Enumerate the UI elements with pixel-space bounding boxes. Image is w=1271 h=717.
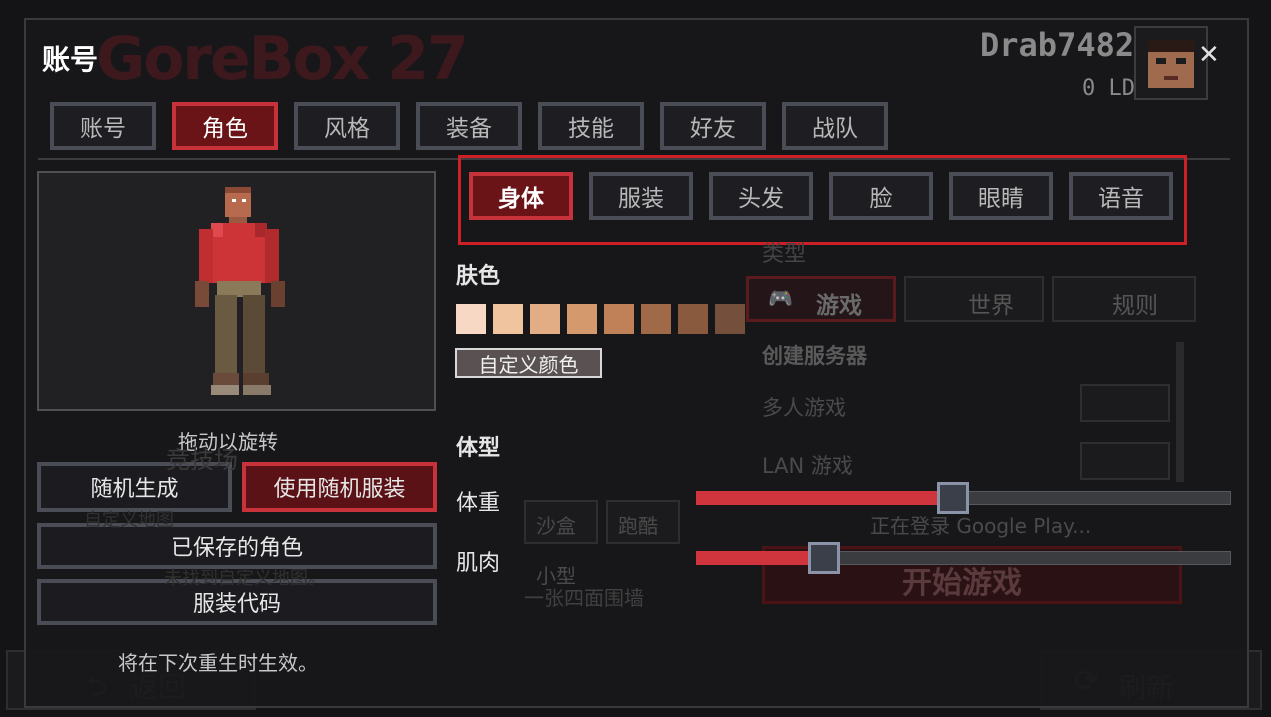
bg-sandbox-label: 沙盒 [536,514,576,538]
username: Drab7482 [980,26,1135,64]
respawn-notice: 将在下次重生时生效。 [118,651,318,675]
tab-style[interactable]: 风格 [294,102,400,150]
character-preview[interactable] [37,171,436,411]
subtab-label: 服装 [618,186,664,212]
skin-swatch-5[interactable] [604,304,634,334]
button-label: 随机生成 [90,477,179,502]
bg-no-custom-map-label: 未找到自定义地图。 [164,568,326,589]
skin-swatch-4[interactable] [567,304,597,334]
bg-game-label: 游戏 [816,293,862,319]
bg-create-server: 创建服务器 [762,344,867,368]
bg-parkour-label: 跑酷 [618,514,658,538]
tab-label: 技能 [568,116,614,142]
bg-rules-label: 规则 [1112,293,1158,319]
game-logo: GoreBox 27 [96,24,469,94]
custom-color-button[interactable]: 自定义颜色 [455,348,602,378]
tab-character[interactable]: 角色 [172,102,278,150]
tab-label: 好友 [690,116,736,142]
use-random-outfit-button[interactable]: 使用随机服装 [242,462,437,512]
tab-label: 战队 [812,116,858,142]
currency: 0 LD [1082,76,1135,101]
skin-swatch-6[interactable] [641,304,671,334]
avatar-face-icon [1148,40,1194,88]
subtab-label: 身体 [498,186,544,212]
button-label: 使用随机服装 [273,477,406,502]
tab-equipment[interactable]: 装备 [416,102,522,150]
skin-swatch-8[interactable] [715,304,745,334]
button-label: 已保存的角色 [170,536,303,561]
subtab-label: 头发 [738,186,784,212]
close-icon[interactable]: ✕ [1198,40,1220,70]
character-model-icon [195,187,285,395]
bg-walls-label: 一张四面围墙 [524,586,644,610]
tab-label: 账号 [80,116,126,142]
button-label: 服装代码 [192,592,281,617]
muscle-label: 肌肉 [456,551,501,576]
subtab-body[interactable]: 身体 [469,172,573,220]
bg-world-label: 世界 [968,293,1014,319]
subtab-face[interactable]: 脸 [829,172,933,220]
weight-label: 体重 [456,491,501,516]
custom-color-label: 自定义颜色 [478,352,579,377]
skin-swatch-7[interactable] [678,304,708,334]
tab-clan[interactable]: 战队 [782,102,888,150]
weight-slider-fill [696,491,953,505]
subtab-label: 语音 [1098,186,1144,212]
bg-lan-toggle [1080,442,1170,480]
muscle-slider-handle[interactable] [808,542,840,574]
tab-skills[interactable]: 技能 [538,102,644,150]
bg-custom-map-label: 自定义地图 [84,510,174,531]
subtab-voice[interactable]: 语音 [1069,172,1173,220]
muscle-slider-fill [696,551,824,565]
bg-scrollbar [1176,342,1184,482]
skin-swatch-2[interactable] [493,304,523,334]
weight-slider-handle[interactable] [937,482,969,514]
tab-label: 装备 [446,116,492,142]
bg-game-icon: 🎮 [768,286,793,310]
subtab-eyes[interactable]: 眼睛 [949,172,1053,220]
subtab-label: 眼睛 [978,186,1024,212]
bg-multiplayer: 多人游戏 [762,396,846,420]
bg-google-play: 正在登录 Google Play... [870,514,1092,538]
bg-arena-label: 竞技场 [166,446,238,474]
subtab-hair[interactable]: 头发 [709,172,813,220]
tab-friends[interactable]: 好友 [660,102,766,150]
avatar[interactable] [1134,26,1208,100]
subtab-clothing[interactable]: 服装 [589,172,693,220]
tab-label: 风格 [324,116,370,142]
bg-type-label: 类型 [762,242,807,267]
subtab-label: 脸 [869,186,893,212]
bg-lan: LAN 游戏 [762,454,853,478]
skin-swatch-1[interactable] [456,304,486,334]
body-type-label: 体型 [456,436,501,461]
tab-label: 角色 [202,116,248,142]
skin-color-label: 肤色 [456,264,501,289]
skin-swatch-3[interactable] [530,304,560,334]
page-title: 账号 [42,43,99,76]
tab-account[interactable]: 账号 [50,102,156,150]
bg-multiplayer-toggle [1080,384,1170,422]
